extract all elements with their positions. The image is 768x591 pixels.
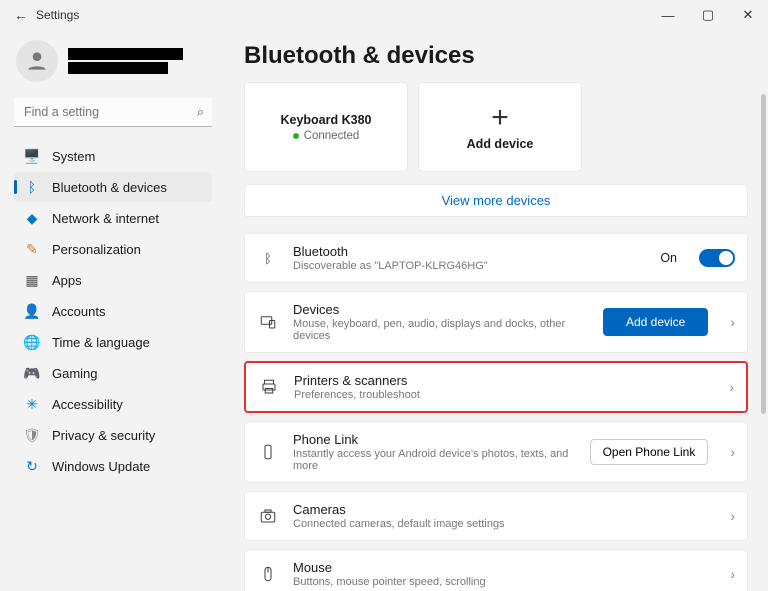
wifi-icon: ◆ [24,210,40,226]
cameras-row[interactable]: Cameras Connected cameras, default image… [244,491,748,541]
nav-apps[interactable]: ▦ Apps [14,265,212,295]
nav-gaming[interactable]: 🎮 Gaming [14,358,212,388]
apps-icon: ▦ [24,272,40,288]
monitor-icon: 🖥️ [24,148,40,164]
gamepad-icon: 🎮 [24,365,40,381]
window-title: Settings [36,8,79,22]
nav-time-language[interactable]: 🌐 Time & language [14,327,212,357]
paired-devices-row: Keyboard K380 Connected + Add device [244,82,748,172]
search-box[interactable]: ⌕ [14,98,212,127]
scrollbar[interactable] [761,94,766,414]
search-icon: ⌕ [197,104,204,120]
back-button[interactable]: ← [6,7,36,23]
nav-label: Gaming [52,366,98,381]
nav-personalization[interactable]: ✎ Personalization [14,234,212,264]
update-icon: ↻ [24,458,40,474]
device-name: Keyboard K380 [280,113,371,127]
device-status: Connected [293,130,360,142]
nav-label: Accessibility [52,397,123,412]
row-sub: Preferences, troubleshoot [294,389,707,401]
profile-email-redacted [68,62,168,74]
row-title: Cameras [293,502,708,517]
row-title: Devices [293,302,589,317]
nav-windows-update[interactable]: ↻ Windows Update [14,451,212,481]
chevron-right-icon: › [722,566,735,582]
printer-icon [258,378,280,396]
nav-accessibility[interactable]: ✳ Accessibility [14,389,212,419]
row-title: Phone Link [293,432,576,447]
window-controls: — ▢ ✕ [648,0,768,30]
nav-label: Network & internet [52,211,159,226]
add-device-card[interactable]: + Add device [418,82,582,172]
sidebar: ⌕ 🖥️ System ᛒ Bluetooth & devices ◆ Netw… [0,30,222,591]
search-input[interactable] [14,98,212,127]
row-sub: Instantly access your Android device's p… [293,448,576,472]
row-sub: Connected cameras, default image setting… [293,518,708,530]
row-sub: Mouse, keyboard, pen, audio, displays an… [293,318,589,342]
row-title: Mouse [293,560,708,575]
mouse-icon [257,565,279,583]
chevron-right-icon: › [722,444,735,460]
bluetooth-toggle-row: ᛒ Bluetooth Discoverable as "LAPTOP-KLRG… [244,233,748,283]
mouse-row[interactable]: Mouse Buttons, mouse pointer speed, scro… [244,549,748,591]
phone-link-row[interactable]: Phone Link Instantly access your Android… [244,421,748,483]
row-sub: Discoverable as "LAPTOP-KLRG46HG" [293,260,646,272]
chevron-right-icon: › [721,379,734,395]
toggle-state: On [660,251,677,265]
device-card-keyboard[interactable]: Keyboard K380 Connected [244,82,408,172]
camera-icon [257,507,279,525]
nav-system[interactable]: 🖥️ System [14,141,212,171]
profile-name-redacted [68,48,183,60]
shield-icon: 🛡 [24,427,40,443]
open-phone-link-button[interactable]: Open Phone Link [590,439,709,465]
status-dot-icon [293,133,299,139]
phone-icon [257,443,279,461]
main-content: Bluetooth & devices Keyboard K380 Connec… [222,30,768,591]
devices-row[interactable]: Devices Mouse, keyboard, pen, audio, dis… [244,291,748,353]
plus-icon: + [491,103,509,133]
maximize-button[interactable]: ▢ [688,0,728,30]
bluetooth-icon: ᛒ [257,251,279,266]
nav-label: Personalization [52,242,141,257]
globe-icon: 🌐 [24,334,40,350]
nav-label: Accounts [52,304,105,319]
devices-icon [257,313,279,331]
nav-label: Privacy & security [52,428,155,443]
add-device-button[interactable]: Add device [603,308,708,336]
add-device-label: Add device [467,137,534,151]
minimize-button[interactable]: — [648,0,688,30]
page-title: Bluetooth & devices [244,42,748,70]
printers-scanners-row[interactable]: Printers & scanners Preferences, trouble… [244,361,748,413]
nav-label: System [52,149,95,164]
nav-label: Time & language [52,335,150,350]
accessibility-icon: ✳ [24,396,40,412]
chevron-right-icon: › [722,508,735,524]
row-sub: Buttons, mouse pointer speed, scrolling [293,576,708,588]
nav-privacy[interactable]: 🛡 Privacy & security [14,420,212,450]
bluetooth-icon: ᛒ [24,179,40,195]
nav-bluetooth-devices[interactable]: ᛒ Bluetooth & devices [14,172,212,202]
nav-network[interactable]: ◆ Network & internet [14,203,212,233]
row-title: Printers & scanners [294,373,707,388]
nav-accounts[interactable]: 👤 Accounts [14,296,212,326]
row-title: Bluetooth [293,244,646,259]
chevron-right-icon: › [722,314,735,330]
close-button[interactable]: ✕ [728,0,768,30]
view-more-devices[interactable]: View more devices [244,184,748,217]
nav-list: 🖥️ System ᛒ Bluetooth & devices ◆ Networ… [14,141,212,481]
person-icon: 👤 [24,303,40,319]
brush-icon: ✎ [24,241,40,257]
nav-label: Bluetooth & devices [52,180,167,195]
profile-block[interactable] [14,34,212,92]
nav-label: Apps [52,273,82,288]
nav-label: Windows Update [52,459,150,474]
bluetooth-toggle[interactable] [699,249,735,267]
avatar [16,40,58,82]
